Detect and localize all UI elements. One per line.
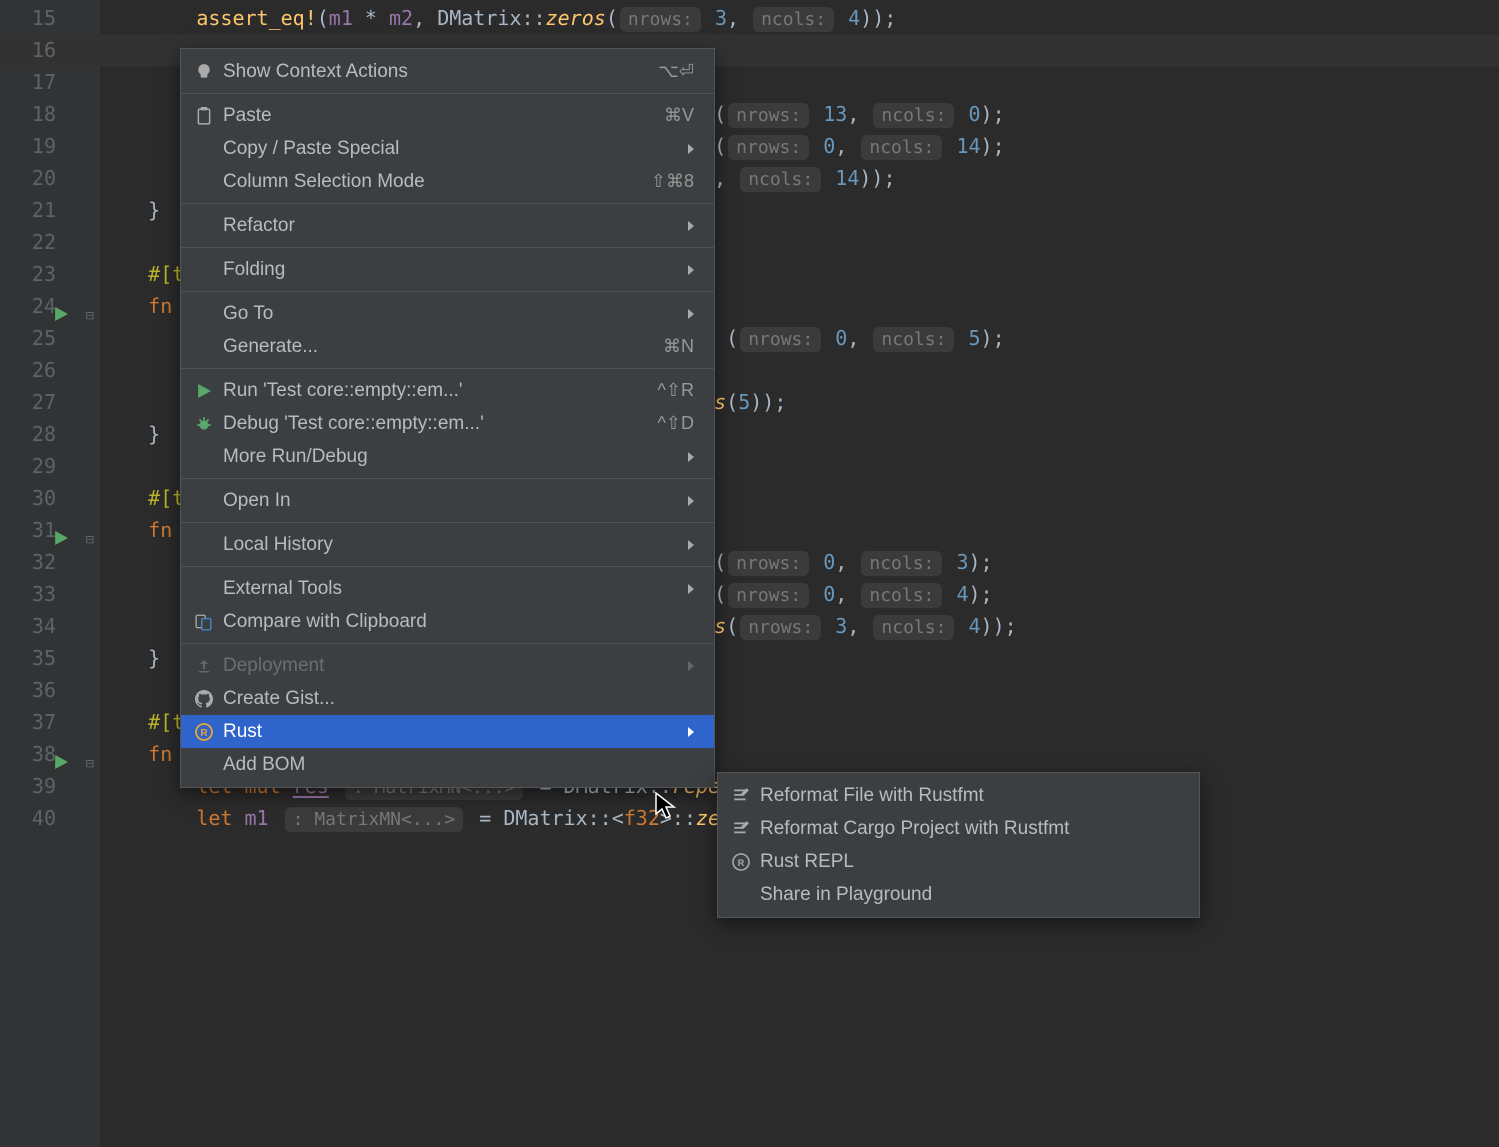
line-number: 37: [0, 706, 100, 738]
line-number: 36: [0, 674, 100, 706]
code-line[interactable]: assert_eq!(m1 * m2, DMatrix::zeros(nrows…: [100, 2, 1499, 34]
line-number: 17: [0, 66, 100, 98]
menu-separator: [181, 203, 714, 204]
menu-separator: [181, 93, 714, 94]
chevron-right-icon: [688, 661, 694, 671]
submenu-share-playground[interactable]: Share in Playground: [718, 878, 1199, 911]
menu-more-run-debug[interactable]: More Run/Debug: [181, 440, 714, 473]
menu-debug-test[interactable]: Debug 'Test core::empty::em...'^⇧D: [181, 407, 714, 440]
menu-separator: [181, 478, 714, 479]
menu-separator: [181, 368, 714, 369]
menu-add-bom[interactable]: Add BOM: [181, 748, 714, 781]
rust-submenu: Reformat File with Rustfmt Reformat Carg…: [717, 772, 1200, 918]
menu-external-tools[interactable]: External Tools: [181, 572, 714, 605]
submenu-reformat-project[interactable]: Reformat Cargo Project with Rustfmt: [718, 812, 1199, 845]
menu-open-in[interactable]: Open In: [181, 484, 714, 517]
menu-rust[interactable]: R Rust: [181, 715, 714, 748]
line-number: 22: [0, 226, 100, 258]
svg-text:R: R: [200, 728, 208, 739]
clipboard-icon: [193, 105, 215, 127]
menu-folding[interactable]: Folding: [181, 253, 714, 286]
line-number: 29: [0, 450, 100, 482]
line-number: 39: [0, 770, 100, 802]
line-number: 19: [0, 130, 100, 162]
line-number: 26: [0, 354, 100, 386]
menu-separator: [181, 643, 714, 644]
line-number: 28: [0, 418, 100, 450]
menu-deployment: Deployment: [181, 649, 714, 682]
line-number: 20: [0, 162, 100, 194]
chevron-right-icon: [688, 584, 694, 594]
chevron-right-icon: [688, 144, 694, 154]
rust-repl-icon: R: [730, 851, 752, 873]
submenu-reformat-file[interactable]: Reformat File with Rustfmt: [718, 779, 1199, 812]
line-number: 31 ⊟: [0, 514, 100, 546]
menu-separator: [181, 566, 714, 567]
menu-separator: [181, 522, 714, 523]
line-number: 34: [0, 610, 100, 642]
menu-local-history[interactable]: Local History: [181, 528, 714, 561]
line-number: 38 ⊟: [0, 738, 100, 770]
menu-copy-paste-special[interactable]: Copy / Paste Special: [181, 132, 714, 165]
debug-icon: [193, 413, 215, 435]
line-number: 25: [0, 322, 100, 354]
menu-goto[interactable]: Go To: [181, 297, 714, 330]
chevron-right-icon: [688, 265, 694, 275]
menu-compare-clipboard[interactable]: Compare with Clipboard: [181, 605, 714, 638]
line-number: 18: [0, 98, 100, 130]
line-number: 27: [0, 386, 100, 418]
chevron-right-icon: [688, 221, 694, 231]
line-number: 35: [0, 642, 100, 674]
upload-icon: [193, 655, 215, 677]
menu-separator: [181, 247, 714, 248]
context-menu: Show Context Actions⌥⏎ Paste⌘V Copy / Pa…: [180, 48, 715, 788]
line-number: 40: [0, 802, 100, 834]
line-number: 24 ⊟: [0, 290, 100, 322]
submenu-rust-repl[interactable]: R Rust REPL: [718, 845, 1199, 878]
line-number: 21: [0, 194, 100, 226]
menu-paste[interactable]: Paste⌘V: [181, 99, 714, 132]
menu-generate[interactable]: Generate...⌘N: [181, 330, 714, 363]
line-number: 16: [0, 34, 100, 66]
run-icon: [193, 380, 215, 402]
line-number: 15: [0, 2, 100, 34]
line-number: 23: [0, 258, 100, 290]
menu-show-context-actions[interactable]: Show Context Actions⌥⏎: [181, 55, 714, 88]
chevron-right-icon: [688, 309, 694, 319]
rust-icon: R: [193, 721, 215, 743]
chevron-right-icon: [688, 452, 694, 462]
menu-create-gist[interactable]: Create Gist...: [181, 682, 714, 715]
chevron-right-icon: [688, 727, 694, 737]
reformat-icon: [730, 785, 752, 807]
line-number: 32: [0, 546, 100, 578]
chevron-right-icon: [688, 540, 694, 550]
menu-refactor[interactable]: Refactor: [181, 209, 714, 242]
line-number: 33: [0, 578, 100, 610]
reformat-icon: [730, 818, 752, 840]
github-icon: [193, 688, 215, 710]
chevron-right-icon: [688, 496, 694, 506]
lightbulb-icon: [193, 61, 215, 83]
compare-clipboard-icon: [193, 611, 215, 633]
menu-column-selection[interactable]: Column Selection Mode⇧⌘8: [181, 165, 714, 198]
line-number: 30: [0, 482, 100, 514]
menu-separator: [181, 291, 714, 292]
svg-text:R: R: [738, 858, 745, 868]
menu-run-test[interactable]: Run 'Test core::empty::em...'^⇧R: [181, 374, 714, 407]
gutter: 15 16 17 18 19 20 21 22 23 24 ⊟ 25 26 27…: [0, 0, 100, 1147]
